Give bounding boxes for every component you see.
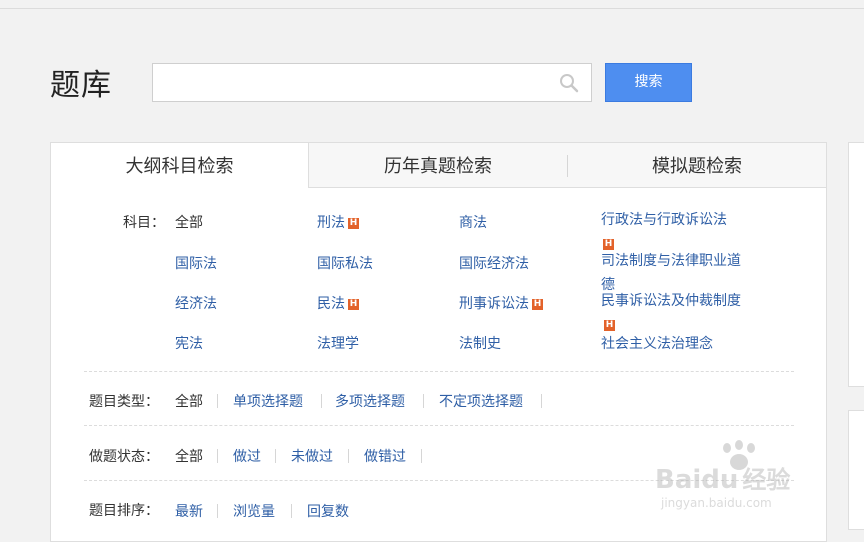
- question-type-indefinite[interactable]: 不定项选择题: [439, 391, 523, 411]
- question-type-multiple[interactable]: 多项选择题: [335, 391, 405, 411]
- question-type-single[interactable]: 单项选择题: [233, 391, 303, 411]
- tab-syllabus-search[interactable]: 大纲科目检索: [51, 143, 309, 188]
- subject-item-label: 国际法: [175, 256, 217, 272]
- hot-badge: H: [603, 238, 614, 250]
- separator: [291, 504, 292, 518]
- subject-item-label: 刑法: [317, 215, 345, 231]
- right-panel: [848, 142, 864, 387]
- subject-item[interactable]: 商法: [459, 212, 487, 232]
- subject-item[interactable]: 刑事诉讼法 H: [459, 293, 543, 313]
- watermark-url: jingyan.baidu.com: [661, 496, 772, 510]
- subject-item[interactable]: 国际私法: [317, 253, 373, 273]
- subject-item-label: 民法: [317, 296, 345, 312]
- separator: [217, 394, 218, 408]
- subject-item-label: 国际经济法: [459, 256, 529, 272]
- separator: [217, 504, 218, 518]
- status-all[interactable]: 全部: [175, 446, 203, 466]
- separator: [217, 449, 218, 463]
- sort-label: 题目排序：: [89, 503, 159, 519]
- hot-badge: H: [348, 217, 359, 229]
- subject-item-label: 行政法与行政诉讼法: [601, 212, 727, 228]
- subject-item-label: 商法: [459, 215, 487, 231]
- subject-item[interactable]: 社会主义法治理念: [601, 333, 713, 353]
- subject-item-label: 法理学: [317, 336, 359, 352]
- sort-newest[interactable]: 最新: [175, 501, 203, 521]
- watermark-brand2: du: [701, 465, 739, 495]
- separator: [348, 449, 349, 463]
- subject-item[interactable]: 经济法: [175, 293, 217, 313]
- separator: [321, 394, 322, 408]
- subject-item-label: 司法制度与法律职业道德: [601, 253, 741, 293]
- subject-item-label: 刑事诉讼法: [459, 296, 529, 312]
- sort-views[interactable]: 浏览量: [233, 501, 275, 521]
- tab-past-exam-search[interactable]: 历年真题检索: [309, 143, 567, 187]
- search-input[interactable]: [153, 64, 573, 101]
- question-type-all[interactable]: 全部: [175, 391, 203, 411]
- subject-item-label: 社会主义法治理念: [601, 336, 713, 352]
- subject-item[interactable]: 民事诉讼法及仲裁制度 H: [601, 289, 741, 337]
- subject-item[interactable]: 国际经济法: [459, 253, 529, 273]
- watermark-brand: Bai: [655, 465, 702, 495]
- subject-item-label: 国际私法: [317, 256, 373, 272]
- search-button[interactable]: 搜索: [605, 63, 692, 102]
- subject-item[interactable]: 民法 H: [317, 293, 359, 313]
- top-divider: [0, 8, 864, 9]
- subject-item-label: 民事诉讼法及仲裁制度: [601, 293, 741, 309]
- subject-label: 科目：: [123, 215, 165, 231]
- subject-item[interactable]: 刑法 H: [317, 212, 359, 232]
- divider: [84, 425, 794, 426]
- search-box[interactable]: [152, 63, 592, 102]
- status-wrong[interactable]: 做错过: [364, 446, 406, 466]
- divider: [84, 371, 794, 372]
- question-type-label: 题目类型：: [89, 394, 159, 410]
- page-title: 题库: [50, 68, 112, 103]
- search-icon[interactable]: [559, 73, 579, 93]
- subject-item[interactable]: 法理学: [317, 333, 359, 353]
- separator: [541, 394, 542, 408]
- sort-replies[interactable]: 回复数: [307, 501, 349, 521]
- separator: [275, 449, 276, 463]
- tab-bar: 大纲科目检索 历年真题检索 模拟题检索: [51, 143, 826, 188]
- separator: [421, 449, 422, 463]
- subject-item-label: 宪法: [175, 336, 203, 352]
- subject-item-label: 法制史: [459, 336, 501, 352]
- watermark-suffix: 经验: [742, 466, 791, 494]
- subject-item[interactable]: 法制史: [459, 333, 501, 353]
- baidu-jingyan-watermark: Baidu 经验 jingyan.baidu.com: [655, 440, 825, 520]
- right-panel-lower: [848, 410, 864, 530]
- status-label: 做题状态：: [89, 449, 159, 465]
- tab-mock-exam-search[interactable]: 模拟题检索: [568, 143, 826, 187]
- hot-badge: H: [604, 319, 615, 331]
- subject-item[interactable]: 宪法: [175, 333, 203, 353]
- subject-all[interactable]: 全部: [175, 212, 203, 232]
- separator: [423, 394, 424, 408]
- subject-item[interactable]: 国际法: [175, 253, 217, 273]
- hot-badge: H: [532, 298, 543, 310]
- hot-badge: H: [348, 298, 359, 310]
- subject-item-label: 经济法: [175, 296, 217, 312]
- status-done[interactable]: 做过: [233, 446, 261, 466]
- status-not-done[interactable]: 未做过: [291, 446, 333, 466]
